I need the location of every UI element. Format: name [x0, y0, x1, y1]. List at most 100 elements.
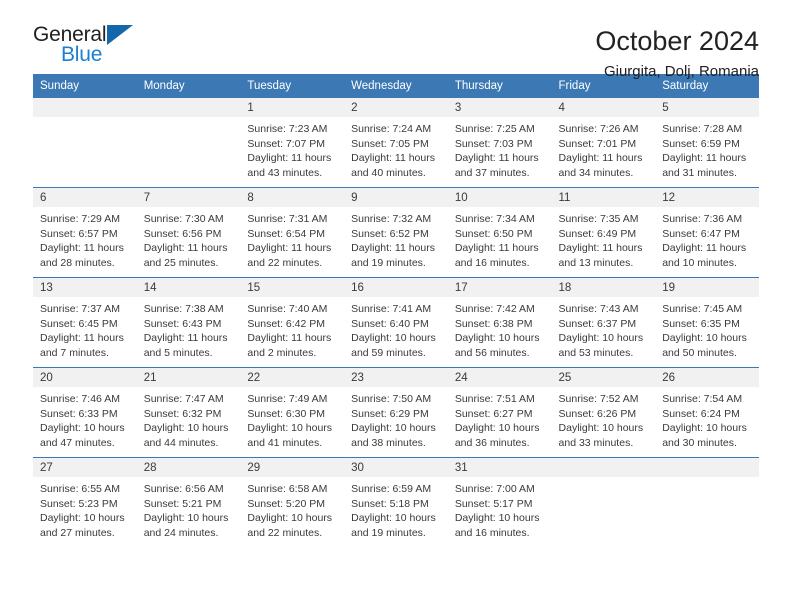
- calendar-cell-inner: 25 Sunrise: 7:52 AM Sunset: 6:26 PM Dayligh…: [551, 368, 656, 457]
- daylight-text-line2: and 2 minutes.: [247, 346, 317, 359]
- day-sun-info: Sunrise: 7:38 AM Sunset: 6:43 PM Daylight:…: [137, 297, 241, 360]
- daylight-text-line1: Daylight: 11 hours: [454, 242, 539, 255]
- sunrise-text: Sunrise: 7:29 AM: [40, 213, 120, 225]
- sunset-text: Sunset: 6:59 PM: [662, 137, 740, 150]
- sunset-text: Sunset: 5:20 PM: [247, 497, 326, 510]
- day-number: 3: [447, 98, 552, 117]
- daylight-text-line1: Daylight: 11 hours: [40, 332, 124, 345]
- day-sun-info: Sunrise: 7:00 AM Sunset: 5:17 PM Daylight:…: [448, 477, 552, 540]
- calendar-cell-inner: 30 Sunrise: 6:59 AM Sunset: 5:18 PM Dayligh…: [344, 458, 448, 547]
- sunrise-text: Sunrise: 7:30 AM: [143, 213, 224, 225]
- page-title: October 2024: [595, 26, 759, 56]
- day-number: 16: [344, 278, 448, 297]
- sunrise-text: Sunrise: 7:32 AM: [351, 213, 432, 225]
- sunrise-text: Sunrise: 7:36 AM: [662, 213, 743, 225]
- daylight-text-line2: and 27 minutes.: [40, 526, 115, 539]
- calendar-cell-inner: 21 Sunrise: 7:47 AM Sunset: 6:32 PM Dayligh…: [136, 368, 241, 457]
- day-number: 1: [240, 98, 345, 117]
- day-number: 8: [240, 188, 345, 207]
- daylight-text-line1: Daylight: 10 hours: [247, 422, 333, 435]
- day-sun-info: Sunrise: 7:37 AM Sunset: 6:45 PM Daylight:…: [33, 297, 137, 360]
- calendar-cell-day-3[interactable]: 3 Sunrise: 7:25 AM Sunset: 7:03 PM Daylight…: [447, 98, 552, 188]
- calendar-cell-day-20[interactable]: 20 Sunrise: 7:46 AM Sunset: 6:33 PM Dayligh…: [33, 367, 137, 458]
- day-sun-info: Sunrise: 7:25 AM Sunset: 7:03 PM Daylight:…: [448, 117, 552, 180]
- calendar-cell-day-5[interactable]: 5 Sunrise: 7:28 AM Sunset: 6:59 PM Daylight…: [655, 98, 759, 188]
- calendar-cell-day-30[interactable]: 30 Sunrise: 6:59 AM Sunset: 5:18 PM Dayligh…: [344, 457, 448, 547]
- daylight-text-line1: Daylight: 10 hours: [351, 332, 436, 345]
- sunset-text: Sunset: 6:37 PM: [558, 317, 637, 330]
- calendar-cell-inner: 18 Sunrise: 7:43 AM Sunset: 6:37 PM Dayligh…: [551, 278, 656, 367]
- daylight-text-line2: and 19 minutes.: [351, 256, 426, 269]
- calendar-cell-day-7[interactable]: 7 Sunrise: 7:30 AM Sunset: 6:56 PM Daylight…: [136, 187, 241, 278]
- calendar-cell-empty: [33, 98, 137, 188]
- calendar-cell-inner: 10 Sunrise: 7:34 AM Sunset: 6:50 PM Dayligh…: [447, 188, 552, 277]
- day-sun-info: Sunrise: 7:49 AM Sunset: 6:30 PM Daylight:…: [240, 387, 344, 450]
- calendar-cell-day-6[interactable]: 6 Sunrise: 7:29 AM Sunset: 6:57 PM Daylight…: [33, 187, 137, 278]
- calendar-cell-day-24[interactable]: 24 Sunrise: 7:51 AM Sunset: 6:27 PM Dayligh…: [447, 367, 552, 458]
- sunset-text: Sunset: 5:21 PM: [143, 497, 222, 510]
- daylight-text-line2: and 33 minutes.: [558, 436, 634, 449]
- logo-text-blue: Blue: [61, 43, 103, 66]
- calendar-cell-inner: 9 Sunrise: 7:32 AM Sunset: 6:52 PM Daylight…: [344, 188, 448, 277]
- weekday-header-thursday: Thursday: [447, 74, 552, 98]
- day-sun-info: Sunrise: 6:56 AM Sunset: 5:21 PM Daylight:…: [137, 477, 241, 540]
- daylight-text-line2: and 59 minutes.: [351, 346, 426, 359]
- sunset-text: Sunset: 7:01 PM: [558, 137, 637, 150]
- calendar-cell-day-25[interactable]: 25 Sunrise: 7:52 AM Sunset: 6:26 PM Dayligh…: [551, 367, 656, 458]
- daylight-text-line1: Daylight: 10 hours: [558, 422, 644, 435]
- daylight-text-line2: and 43 minutes.: [247, 166, 323, 179]
- general-blue-logo[interactable]: General Blue: [33, 24, 153, 70]
- day-sun-info: Sunrise: 7:32 AM Sunset: 6:52 PM Daylight:…: [344, 207, 448, 270]
- daylight-text-line2: and 41 minutes.: [247, 436, 323, 449]
- calendar-cell-inner: 4 Sunrise: 7:26 AM Sunset: 7:01 PM Daylight…: [551, 98, 656, 187]
- sunrise-text: Sunrise: 7:35 AM: [558, 213, 639, 225]
- calendar-cell-day-27[interactable]: 27 Sunrise: 6:55 AM Sunset: 5:23 PM Dayligh…: [33, 457, 137, 547]
- calendar-cell-inner: [655, 458, 759, 547]
- daylight-text-line1: Daylight: 11 hours: [143, 332, 228, 345]
- calendar-cell-day-14[interactable]: 14 Sunrise: 7:38 AM Sunset: 6:43 PM Dayligh…: [136, 277, 241, 368]
- calendar-cell-day-28[interactable]: 28 Sunrise: 6:56 AM Sunset: 5:21 PM Dayligh…: [136, 457, 241, 547]
- daylight-text-line1: Daylight: 10 hours: [351, 422, 436, 435]
- sunset-text: Sunset: 6:40 PM: [351, 317, 429, 330]
- calendar-cell-inner: 8 Sunrise: 7:31 AM Sunset: 6:54 PM Daylight…: [240, 188, 345, 277]
- calendar-cell-day-2[interactable]: 2 Sunrise: 7:24 AM Sunset: 7:05 PM Daylight…: [344, 98, 448, 188]
- calendar-cell-day-10[interactable]: 10 Sunrise: 7:34 AM Sunset: 6:50 PM Dayligh…: [447, 187, 552, 278]
- calendar-cell-day-18[interactable]: 18 Sunrise: 7:43 AM Sunset: 6:37 PM Dayligh…: [551, 277, 656, 368]
- calendar-cell-day-4[interactable]: 4 Sunrise: 7:26 AM Sunset: 7:01 PM Daylight…: [551, 98, 656, 188]
- daylight-text-line2: and 7 minutes.: [40, 346, 109, 359]
- calendar-cell-day-22[interactable]: 22 Sunrise: 7:49 AM Sunset: 6:30 PM Dayligh…: [240, 367, 345, 458]
- day-sun-info: Sunrise: 6:58 AM Sunset: 5:20 PM Daylight:…: [240, 477, 344, 540]
- daylight-text-line1: Daylight: 11 hours: [247, 332, 332, 345]
- calendar-cell-day-1[interactable]: 1 Sunrise: 7:23 AM Sunset: 7:07 PM Daylight…: [240, 98, 345, 188]
- calendar-cell-day-15[interactable]: 15 Sunrise: 7:40 AM Sunset: 6:42 PM Dayligh…: [240, 277, 345, 368]
- day-sun-info: Sunrise: 7:28 AM Sunset: 6:59 PM Daylight:…: [655, 117, 759, 180]
- calendar-cell-day-31[interactable]: 31 Sunrise: 7:00 AM Sunset: 5:17 PM Dayligh…: [447, 457, 552, 547]
- daylight-text-line1: Daylight: 10 hours: [40, 422, 125, 435]
- calendar-cell-day-16[interactable]: 16 Sunrise: 7:41 AM Sunset: 6:40 PM Dayligh…: [344, 277, 448, 368]
- calendar-cell-day-11[interactable]: 11 Sunrise: 7:35 AM Sunset: 6:49 PM Dayligh…: [551, 187, 656, 278]
- sunrise-text: Sunrise: 7:52 AM: [558, 393, 639, 405]
- calendar-cell-day-19[interactable]: 19 Sunrise: 7:45 AM Sunset: 6:35 PM Dayligh…: [655, 277, 759, 368]
- day-number: 22: [240, 368, 345, 387]
- calendar-cell-day-29[interactable]: 29 Sunrise: 6:58 AM Sunset: 5:20 PM Dayligh…: [240, 457, 345, 547]
- day-sun-info: Sunrise: 6:55 AM Sunset: 5:23 PM Daylight:…: [33, 477, 137, 540]
- day-sun-info: Sunrise: 7:45 AM Sunset: 6:35 PM Daylight:…: [655, 297, 759, 360]
- calendar-cell-day-9[interactable]: 9 Sunrise: 7:32 AM Sunset: 6:52 PM Daylight…: [344, 187, 448, 278]
- calendar-cell-day-13[interactable]: 13 Sunrise: 7:37 AM Sunset: 6:45 PM Dayligh…: [33, 277, 137, 368]
- calendar-cell-day-17[interactable]: 17 Sunrise: 7:42 AM Sunset: 6:38 PM Dayligh…: [447, 277, 552, 368]
- calendar-cell-day-21[interactable]: 21 Sunrise: 7:47 AM Sunset: 6:32 PM Dayligh…: [136, 367, 241, 458]
- day-number: 9: [344, 188, 448, 207]
- sunset-text: Sunset: 6:35 PM: [662, 317, 740, 330]
- daylight-text-line1: Daylight: 11 hours: [351, 152, 435, 165]
- calendar-cell-day-23[interactable]: 23 Sunrise: 7:50 AM Sunset: 6:29 PM Dayligh…: [344, 367, 448, 458]
- calendar-cell-day-26[interactable]: 26 Sunrise: 7:54 AM Sunset: 6:24 PM Dayligh…: [655, 367, 759, 458]
- daylight-text-line2: and 25 minutes.: [143, 256, 219, 269]
- calendar-cell-day-12[interactable]: 12 Sunrise: 7:36 AM Sunset: 6:47 PM Dayligh…: [655, 187, 759, 278]
- sunset-text: Sunset: 6:26 PM: [558, 407, 637, 420]
- calendar-cell-inner: 29 Sunrise: 6:58 AM Sunset: 5:20 PM Dayligh…: [240, 458, 345, 547]
- day-number: [551, 458, 656, 477]
- calendar-cell-day-8[interactable]: 8 Sunrise: 7:31 AM Sunset: 6:54 PM Daylight…: [240, 187, 345, 278]
- sunrise-text: Sunrise: 7:51 AM: [454, 393, 535, 405]
- day-number: 15: [240, 278, 345, 297]
- title-block: October 2024 Giurgita, Dolj, Romania: [595, 24, 759, 82]
